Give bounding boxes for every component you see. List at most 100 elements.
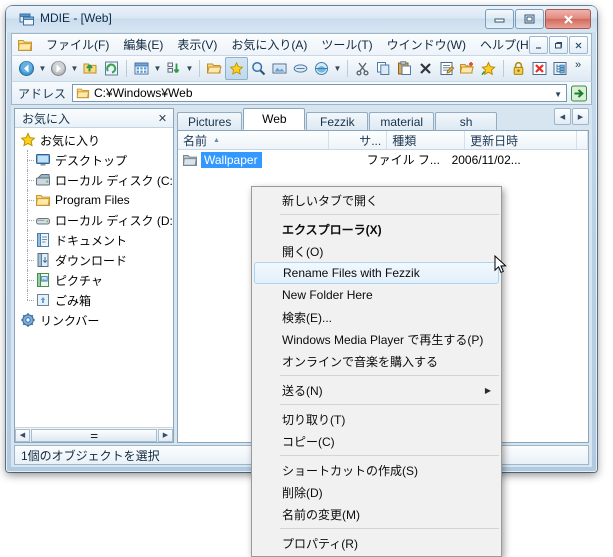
window-close-button[interactable] [545, 9, 591, 29]
delete-button[interactable] [415, 58, 436, 79]
menu-window[interactable]: ウインドウ(W) [380, 34, 473, 55]
sidebar-item-program-files[interactable]: Program Files [15, 190, 173, 210]
copy-button[interactable] [373, 58, 394, 79]
sidebar-item-desktop[interactable]: デスクトップ [15, 150, 173, 170]
ctx-rename-files-with-fezzik[interactable]: Rename Files with Fezzik [254, 262, 499, 284]
ctx-explore[interactable]: エクスプローラ(X) [252, 218, 501, 240]
menu-favorites[interactable]: お気に入り(A) [224, 34, 314, 55]
paste-icon [398, 61, 411, 75]
properties-button[interactable] [436, 58, 457, 79]
tree-connector [20, 250, 35, 270]
menu-file[interactable]: ファイル(F) [39, 34, 116, 55]
forward-button[interactable] [48, 58, 69, 79]
tab-next-button[interactable]: ▶ [572, 108, 589, 125]
mdi-restore-button[interactable] [549, 36, 568, 54]
close-tab-button[interactable] [529, 58, 550, 79]
column-header-size[interactable]: サ... [329, 131, 388, 149]
column-header-type[interactable]: 種類 [387, 131, 466, 149]
address-input[interactable]: C:¥Windows¥Web ▼ [72, 84, 567, 102]
add-favorite-button[interactable] [478, 58, 499, 79]
tree-connector [20, 290, 35, 310]
mdi-minimize-button[interactable] [529, 36, 548, 54]
title-bar[interactable]: MDIE - [Web] [6, 6, 597, 32]
sidebar-item-links-bar[interactable]: リンクバー [15, 310, 173, 330]
menu-view[interactable]: 表示(V) [170, 34, 224, 55]
ctx-copy[interactable]: コピー(C) [252, 430, 501, 452]
filter-button[interactable] [290, 58, 311, 79]
window-maximize-button[interactable] [515, 9, 544, 29]
tab-web[interactable]: Web [243, 108, 306, 130]
tab-sh[interactable]: sh [435, 112, 498, 130]
toolbar-separator [199, 60, 200, 77]
ctx-search[interactable]: 検索(E)... [252, 306, 501, 328]
sort-dropdown-caret[interactable]: ▼ [184, 58, 195, 79]
gear-icon [21, 313, 35, 327]
views-button[interactable] [131, 58, 152, 79]
ctx-new-folder-here[interactable]: New Folder Here [252, 284, 501, 306]
sidebar-item-downloads[interactable]: ダウンロード [15, 250, 173, 270]
sidebar-item-label: ローカル ディスク (C:) [55, 173, 173, 188]
window-minimize-button[interactable] [485, 9, 514, 29]
up-folder-button[interactable] [80, 58, 101, 79]
sidebar-item-local-disk-c[interactable]: ローカル ディスク (C:) [15, 170, 173, 190]
ctx-send-to[interactable]: 送る(N) ▶ [252, 379, 501, 401]
column-header-modified[interactable]: 更新日時 [465, 131, 577, 149]
close-icon [575, 42, 582, 48]
preview-button[interactable] [269, 58, 290, 79]
sort-button[interactable] [163, 58, 184, 79]
cut-button[interactable] [352, 58, 373, 79]
scroll-right-arrow-icon[interactable]: ▶ [158, 428, 173, 442]
refresh-button[interactable] [101, 58, 122, 79]
ctx-rename[interactable]: 名前の変更(M) [252, 503, 501, 525]
browser-dropdown-caret[interactable]: ▼ [332, 58, 343, 79]
scrollbar-thumb[interactable]: ⚌ [31, 428, 157, 442]
menu-tools[interactable]: ツール(T) [314, 34, 379, 55]
sidebar-item-favorites[interactable]: お気に入り [15, 130, 173, 150]
sidebar-item-pictures[interactable]: ピクチャ [15, 270, 173, 290]
forward-dropdown-caret[interactable]: ▼ [69, 58, 80, 79]
toolbar-overflow-chevron[interactable]: » [571, 58, 585, 80]
address-go-button[interactable] [569, 84, 589, 103]
ctx-properties[interactable]: プロパティ(R) [252, 532, 501, 554]
views-dropdown-caret[interactable]: ▼ [152, 58, 163, 79]
scroll-left-arrow-icon[interactable]: ◀ [15, 428, 30, 442]
ctx-create-shortcut[interactable]: ショートカットの作成(S) [252, 459, 501, 481]
sidebar-item-label: リンクバー [40, 313, 100, 328]
tab-fezzik[interactable]: Fezzik [306, 112, 369, 130]
favorites-button[interactable] [225, 57, 248, 80]
sidebar-item-recycle-bin[interactable]: ごみ箱 [15, 290, 173, 310]
tree-button[interactable] [550, 58, 571, 79]
menu-edit[interactable]: 編集(E) [116, 34, 170, 55]
ctx-open[interactable]: 開く(O) [252, 240, 501, 262]
paste-button[interactable] [394, 58, 415, 79]
mdi-close-button[interactable] [569, 36, 588, 54]
back-button[interactable] [16, 58, 37, 79]
context-menu-separator [280, 375, 499, 376]
sidebar-horizontal-scrollbar[interactable]: ◀ ⚌ ▶ [15, 427, 173, 442]
column-header-name[interactable]: 名前 ▲ [178, 131, 329, 149]
sidebar-close-icon[interactable]: ✕ [156, 112, 169, 125]
back-dropdown-caret[interactable]: ▼ [37, 58, 48, 79]
new-folder-button[interactable] [457, 58, 478, 79]
ctx-play-with-wmp[interactable]: Windows Media Player で再生する(P) [252, 328, 501, 350]
tab-prev-button[interactable]: ◀ [554, 108, 571, 125]
ctx-buy-music-online[interactable]: オンラインで音楽を購入する [252, 350, 501, 372]
tab-material[interactable]: material [369, 112, 435, 130]
pictures-icon [37, 273, 49, 287]
sidebar-item-local-disk-d[interactable]: ローカル ディスク (D:) [15, 210, 173, 230]
downloads-icon [37, 253, 49, 267]
chevron-down-icon[interactable]: ▼ [554, 90, 562, 99]
sidebar-item-documents[interactable]: ドキュメント [15, 230, 173, 250]
open-folder-button[interactable] [204, 58, 225, 79]
desktop-icon [36, 154, 50, 166]
table-row[interactable]: Wallpaper ファイル フ... 2006/11/02... [178, 150, 588, 169]
ctx-cut[interactable]: 切り取り(T) [252, 408, 501, 430]
search-button[interactable] [248, 58, 269, 79]
context-menu-separator [280, 404, 499, 405]
star-add-icon [481, 61, 496, 76]
browser-button[interactable] [311, 58, 332, 79]
tab-pictures[interactable]: Pictures [177, 112, 243, 130]
lock-button[interactable] [508, 58, 529, 79]
ctx-delete[interactable]: 削除(D) [252, 481, 501, 503]
ctx-open-in-new-tab[interactable]: 新しいタブで開く [252, 189, 501, 211]
